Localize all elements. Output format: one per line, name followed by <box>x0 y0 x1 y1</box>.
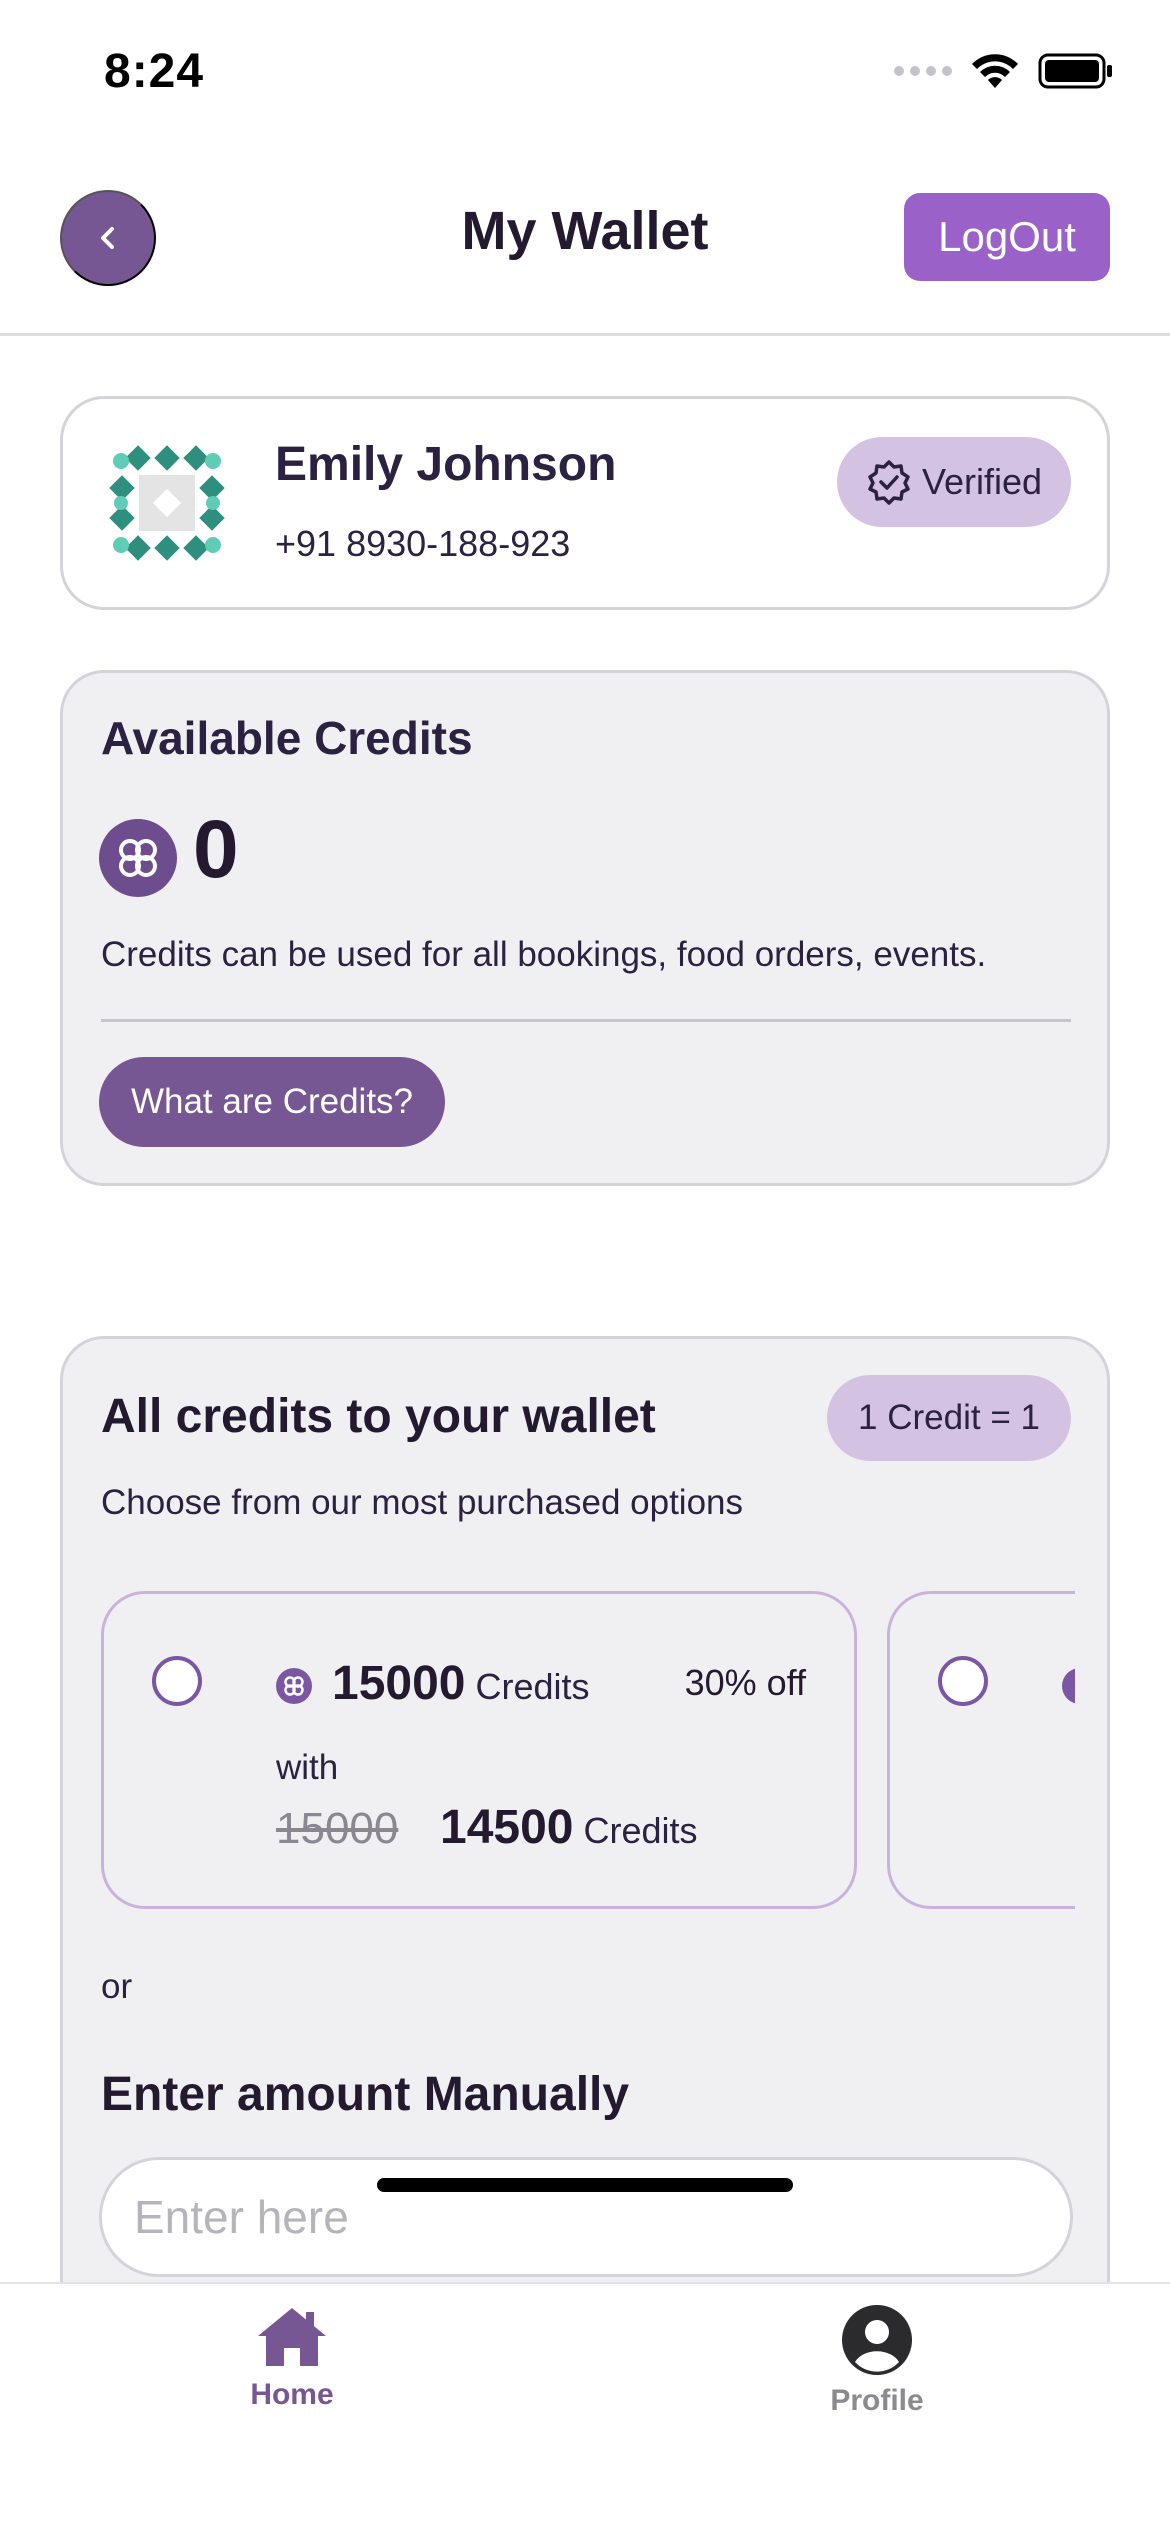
purchase-title: All credits to your wallet <box>101 1390 656 1443</box>
nav-label-home: Home <box>250 2378 334 2411</box>
credits-title: Available Credits <box>101 712 473 764</box>
signal-icon <box>894 66 952 76</box>
option-amount-value: 15000 <box>332 1657 466 1710</box>
option-old-price: 15000 <box>276 1804 399 1853</box>
nav-label-profile: Profile <box>830 2384 924 2417</box>
credit-options-carousel[interactable]: 15000 Credits 30% off with 15000 14500 Cre… <box>101 1591 1075 1911</box>
avatar <box>109 445 225 561</box>
credits-card: Available Credits 0 Credits can be used … <box>60 670 1110 1186</box>
credit-coin-icon <box>99 819 177 897</box>
user-phone: +91 8930-188-923 <box>275 523 571 564</box>
option-amount-unit: Credits <box>475 1666 590 1707</box>
battery-icon <box>1038 53 1112 89</box>
option-radio[interactable] <box>152 1656 202 1706</box>
amount-input[interactable] <box>99 2157 1073 2277</box>
status-icons <box>894 52 1114 90</box>
credits-value: 0 <box>193 804 239 895</box>
home-icon <box>258 2308 326 2366</box>
status-bar: 8:24 <box>0 0 1170 140</box>
option-new-price-unit: Credits <box>583 1810 698 1851</box>
verified-badge: Verified <box>837 437 1071 527</box>
bottom-navigation: Home Profile <box>0 2282 1170 2532</box>
home-indicator <box>377 2178 793 2192</box>
credit-coin-icon <box>276 1668 312 1704</box>
credit-rate-badge: 1 Credit = 1 <box>827 1375 1071 1461</box>
what-are-credits-button[interactable]: What are Credits? <box>99 1057 445 1147</box>
credit-option-card[interactable] <box>887 1591 1075 1909</box>
option-new-price: 14500 Credits <box>440 1800 698 1855</box>
verified-label: Verified <box>921 461 1043 502</box>
profile-card: Emily Johnson +91 8930-188-923 Verified <box>60 396 1110 610</box>
user-circle-icon <box>842 2305 912 2375</box>
option-amount: 15000 Credits <box>332 1656 590 1711</box>
wifi-icon <box>972 54 1018 88</box>
header: My Wallet LogOut <box>0 140 1170 336</box>
credits-description: Credits can be used for all bookings, fo… <box>101 935 987 974</box>
status-time: 8:24 <box>104 45 205 98</box>
credit-coin-icon <box>1062 1668 1075 1704</box>
purchase-subtitle: Choose from our most purchased options <box>101 1483 743 1522</box>
verified-check-icon <box>868 460 910 505</box>
divider <box>101 1019 1071 1022</box>
user-name: Emily Johnson <box>275 438 617 491</box>
credit-option-card[interactable]: 15000 Credits 30% off with 15000 14500 Cre… <box>101 1591 857 1909</box>
nav-item-profile[interactable]: Profile <box>777 2304 977 2418</box>
logout-button[interactable]: LogOut <box>904 193 1110 281</box>
option-with-label: with <box>276 1748 339 1787</box>
nav-item-home[interactable]: Home <box>192 2304 392 2412</box>
option-radio[interactable] <box>938 1656 988 1706</box>
manual-amount-title: Enter amount Manually <box>101 2068 630 2121</box>
option-new-price-value: 14500 <box>440 1801 574 1854</box>
or-label: or <box>101 1967 133 2006</box>
option-discount: 30% off <box>684 1662 806 1703</box>
